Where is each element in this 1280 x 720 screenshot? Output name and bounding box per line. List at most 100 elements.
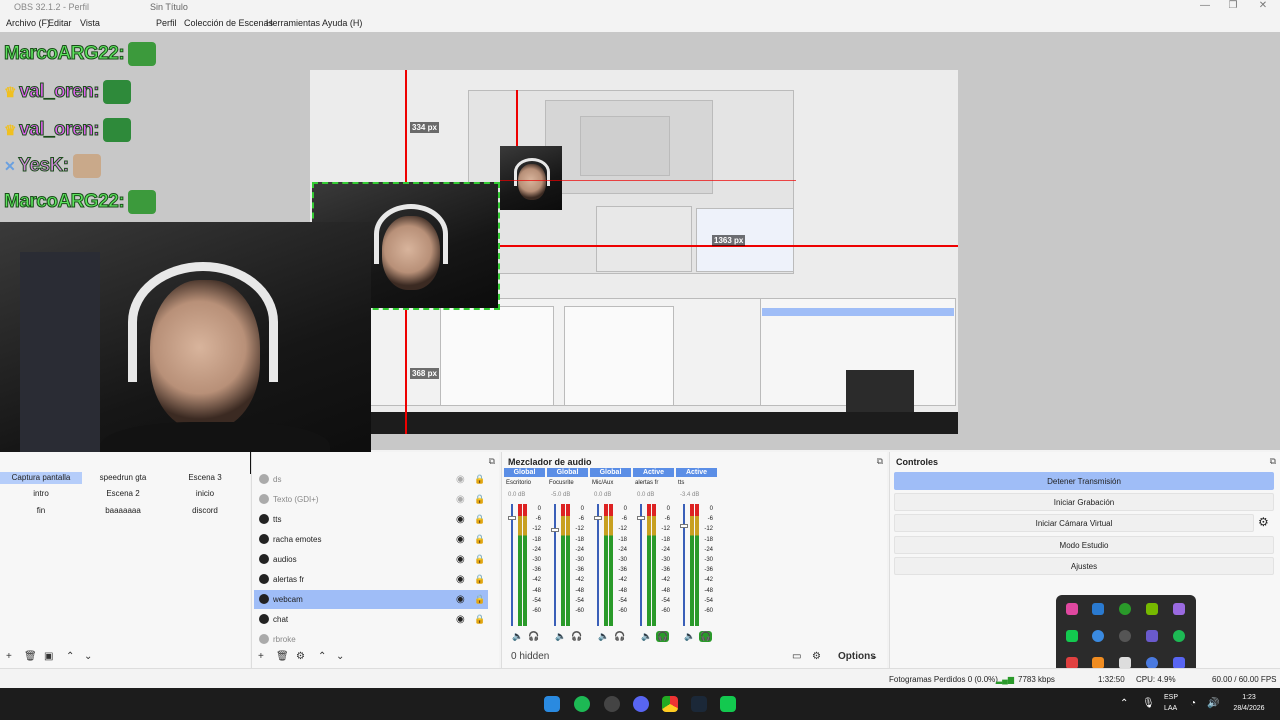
down-icon[interactable]: ⌄ — [84, 651, 92, 662]
clock[interactable]: 1:23 — [1226, 694, 1272, 701]
dock-float-icon[interactable]: ⧉ — [1270, 456, 1276, 467]
gear-icon[interactable]: ⚙ — [1258, 515, 1269, 529]
minimize-button[interactable]: — — [1190, 0, 1220, 14]
chevron-down-icon[interactable]: ⌄ — [870, 651, 878, 662]
obs-icon[interactable] — [1119, 630, 1131, 642]
speaker-icon[interactable]: 🔈 — [555, 631, 566, 642]
lock-icon[interactable]: 🔒 — [474, 490, 485, 509]
scene-item[interactable]: intro — [0, 488, 82, 500]
source-item[interactable]: racha emotes ◉ 🔒 — [254, 530, 488, 549]
stop-stream-button[interactable]: Detener Transmisión — [894, 472, 1274, 490]
trash-icon[interactable]: 🗑 — [276, 651, 289, 662]
lock-icon[interactable]: 🔒 — [474, 510, 485, 529]
headphones-icon[interactable]: 🎧 — [614, 631, 625, 642]
studio-mode-button[interactable]: Modo Estudio — [894, 536, 1274, 554]
eye-icon[interactable]: ◉ — [456, 570, 465, 589]
eye-icon[interactable]: ◉ — [456, 550, 465, 569]
menu-profile[interactable]: Perfil — [156, 18, 177, 28]
menu-edit[interactable]: Editar — [48, 18, 72, 28]
headphones-icon[interactable]: 🎧 — [571, 631, 582, 642]
source-item[interactable]: tts ◉ 🔒 — [254, 510, 488, 529]
speaker-icon[interactable]: 🔈 — [684, 631, 695, 642]
lock-icon[interactable]: 🔒 — [474, 550, 485, 569]
up-icon[interactable]: ⌃ — [318, 651, 326, 662]
scene-item[interactable]: Captura pantalla — [0, 472, 82, 484]
microphone-icon[interactable]: 🎙 — [1142, 698, 1155, 709]
fader-handle[interactable] — [637, 516, 645, 520]
eye-icon[interactable]: ◉ — [456, 530, 465, 549]
trash-icon[interactable]: 🗑 — [24, 651, 37, 662]
up-icon[interactable]: ⌃ — [66, 651, 74, 662]
menu-view[interactable]: Vista — [80, 18, 100, 28]
volume-fader[interactable] — [640, 504, 642, 626]
obs-icon[interactable] — [604, 696, 620, 712]
bluetooth-icon[interactable] — [1092, 603, 1104, 615]
tray-app-icon[interactable] — [1173, 603, 1185, 615]
filter-icon[interactable]: ▣ — [44, 651, 53, 662]
eye-icon[interactable]: ◉ — [456, 590, 465, 609]
headphones-icon[interactable]: 🎧 — [699, 631, 713, 642]
add-icon[interactable]: + — [6, 651, 12, 662]
wifi-icon[interactable]: ◔ — [1190, 698, 1196, 709]
eye-icon[interactable]: ◉ — [456, 610, 465, 629]
layout-icon[interactable]: ▭ — [792, 651, 801, 662]
scene-item[interactable]: discord — [164, 505, 246, 517]
menu-file[interactable]: Archivo (F) — [6, 18, 50, 28]
fader-handle[interactable] — [508, 516, 516, 520]
volume-fader[interactable] — [597, 504, 599, 626]
source-item[interactable]: chat ◉ 🔒 — [254, 610, 488, 629]
source-item[interactable]: alertas fr ◉ 🔒 — [254, 570, 488, 589]
eye-icon[interactable]: ◉ — [456, 470, 465, 489]
lock-icon[interactable]: 🔒 — [474, 590, 485, 609]
start-virtual-camera-button[interactable]: Iniciar Cámara Virtual — [894, 514, 1254, 532]
source-item[interactable]: Texto (GDI+) ◉ 🔒 — [254, 490, 488, 509]
date[interactable]: 28/4/2026 — [1226, 705, 1272, 712]
fader-handle[interactable] — [551, 528, 559, 532]
scene-item[interactable]: speedrun gta — [82, 472, 164, 484]
gear-icon[interactable]: ⚙ — [296, 651, 305, 662]
lock-icon[interactable]: 🔒 — [474, 470, 485, 489]
volume-fader[interactable] — [554, 504, 556, 626]
language-top[interactable]: ESP — [1164, 694, 1178, 701]
source-item[interactable]: rbroke — [254, 630, 488, 646]
lock-icon[interactable]: 🔒 — [474, 570, 485, 589]
scene-item[interactable]: Escena 2 — [82, 488, 164, 500]
discord-icon[interactable] — [633, 696, 649, 712]
dock-float-icon[interactable]: ⧉ — [877, 456, 883, 467]
source-item[interactable]: webcam ◉ 🔒 — [254, 590, 488, 609]
volume-icon[interactable]: 🔊 — [1207, 698, 1219, 709]
language-bottom[interactable]: LAA — [1164, 705, 1177, 712]
windows-start-icon[interactable] — [544, 696, 560, 712]
source-item[interactable]: audios ◉ 🔒 — [254, 550, 488, 569]
tray-app-icon[interactable] — [1066, 630, 1078, 642]
tray-app-icon[interactable] — [1066, 603, 1078, 615]
speaker-icon[interactable]: 🔈 — [512, 631, 523, 642]
headphones-icon[interactable]: 🎧 — [656, 631, 670, 642]
down-icon[interactable]: ⌄ — [336, 651, 344, 662]
scene-item[interactable]: inicio — [164, 488, 246, 500]
speaker-icon[interactable]: 🔈 — [598, 631, 609, 642]
maximize-button[interactable]: ❐ — [1218, 0, 1248, 14]
volume-fader[interactable] — [511, 504, 513, 626]
steam-icon[interactable] — [691, 696, 707, 712]
spotify-icon[interactable] — [1173, 630, 1185, 642]
nvidia-icon[interactable] — [1146, 603, 1158, 615]
add-icon[interactable]: + — [258, 651, 264, 662]
fader-handle[interactable] — [594, 516, 602, 520]
settings-button[interactable]: Ajustes — [894, 557, 1274, 575]
kick-icon[interactable] — [720, 696, 736, 712]
fader-handle[interactable] — [680, 524, 688, 528]
scene-item[interactable]: Escena 3 — [164, 472, 246, 484]
scene-item[interactable]: fin — [0, 505, 82, 517]
eye-icon[interactable]: ◉ — [456, 510, 465, 529]
bluetooth-icon[interactable] — [1092, 630, 1104, 642]
dock-float-icon[interactable]: ⧉ — [489, 456, 495, 467]
close-button[interactable]: ✕ — [1248, 0, 1278, 14]
source-item[interactable]: ds ◉ 🔒 — [254, 470, 488, 489]
webcam-source[interactable] — [0, 222, 371, 474]
tray-app-icon[interactable] — [1119, 603, 1131, 615]
volume-fader[interactable] — [683, 504, 685, 626]
menu-scene-collection[interactable]: Colección de Escenas — [184, 18, 273, 28]
menu-tools[interactable]: Herramientas — [266, 18, 320, 28]
eye-icon[interactable]: ◉ — [456, 490, 465, 509]
